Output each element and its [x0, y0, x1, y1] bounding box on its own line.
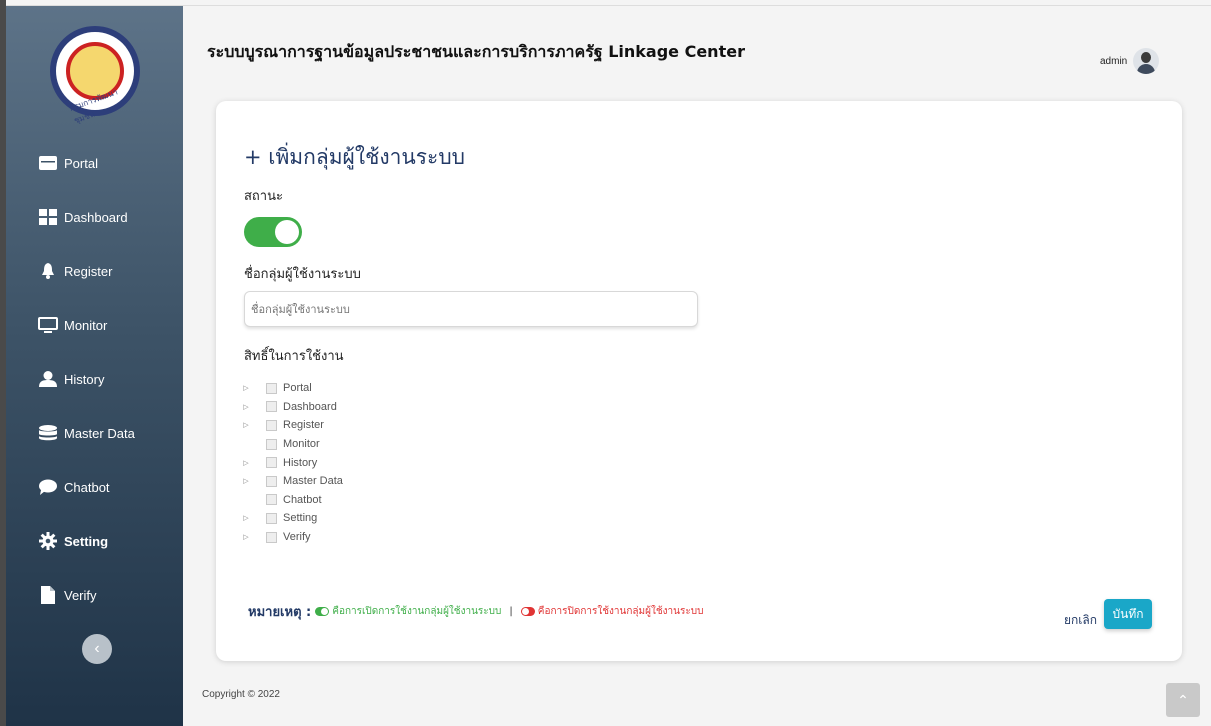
note-separator: |	[509, 606, 513, 617]
permission-checkbox[interactable]	[266, 419, 277, 431]
sidebar-item-portal[interactable]: Portal	[6, 136, 183, 190]
permission-checkbox[interactable]	[266, 512, 277, 524]
user-name: admin	[1100, 55, 1128, 67]
expand-caret-icon[interactable]: ▷	[240, 403, 252, 411]
sidebar-item-label: Setting	[64, 533, 109, 549]
add-user-group-card: + เพิ่มกลุ่มผู้ใช้งานระบบ สถานะ ชื่อกลุ่…	[216, 101, 1182, 661]
page-header-title: ระบบบูรณาการฐานข้อมูลประชาชนและการบริการ…	[207, 42, 745, 61]
sidebar-item-label: Chatbot	[64, 479, 110, 495]
permission-checkbox[interactable]	[266, 475, 277, 487]
status-toggle[interactable]	[244, 217, 302, 247]
sidebar-item-chatbot[interactable]: Chatbot	[6, 460, 183, 514]
tree-item-dashboard: ▷ Dashboard	[240, 398, 343, 417]
permission-checkbox[interactable]	[266, 438, 277, 450]
tree-item-label: Verify	[283, 531, 311, 544]
expand-caret-icon[interactable]: ▷	[240, 514, 252, 522]
sidebar: กรมการพัฒนาชุมชน Portal Dashboard Regist…	[6, 6, 183, 726]
permission-checkbox[interactable]	[266, 494, 277, 506]
chevron-left-icon: ‹	[94, 640, 100, 657]
permission-checkbox[interactable]	[266, 457, 277, 469]
department-logo: กรมการพัฒนาชุมชน	[50, 26, 140, 125]
permissions-tree: ▷ Portal ▷ Dashboard ▷ Register Monitor …	[240, 379, 343, 546]
page-title: + เพิ่มกลุ่มผู้ใช้งานระบบ	[244, 145, 465, 169]
expand-caret-icon[interactable]: ▷	[240, 459, 252, 467]
permission-checkbox[interactable]	[266, 531, 277, 543]
sidebar-item-label: Dashboard	[64, 209, 128, 225]
tree-item-label: Monitor	[283, 438, 320, 451]
tree-item-verify: ▷ Verify	[240, 528, 343, 547]
tree-item-register: ▷ Register	[240, 416, 343, 435]
toggle-off-icon	[520, 607, 535, 616]
copyright: Copyright © 2022	[202, 689, 280, 700]
dashboard-icon	[38, 209, 58, 225]
tree-item-label: Setting	[283, 512, 318, 525]
file-icon	[38, 586, 58, 604]
note-on-text: คือการเปิดการใช้งานกลุ่มผู้ใช้งานระบบ	[332, 606, 502, 617]
group-name-input[interactable]	[244, 291, 698, 327]
sidebar-item-history[interactable]: History	[6, 352, 183, 406]
gear-icon	[38, 532, 58, 550]
sidebar-item-monitor[interactable]: Monitor	[6, 298, 183, 352]
sidebar-item-master-data[interactable]: Master Data	[6, 406, 183, 460]
toggle-on-icon	[315, 607, 330, 616]
user-icon	[38, 371, 58, 387]
note-label: หมายเหตุ :	[248, 605, 312, 620]
sidebar-item-label: Monitor	[64, 317, 108, 333]
tree-item-label: Chatbot	[283, 493, 322, 506]
expand-caret-icon[interactable]: ▷	[240, 421, 252, 429]
group-name-label: ชื่อกลุ่มผู้ใช้งานระบบ	[244, 267, 361, 282]
permission-checkbox[interactable]	[266, 382, 277, 394]
monitor-icon	[38, 317, 58, 333]
chat-icon	[38, 479, 58, 495]
tree-item-label: Master Data	[283, 475, 343, 488]
tree-item-label: Portal	[283, 382, 312, 395]
save-button[interactable]: บันทึก	[1104, 599, 1152, 629]
status-label: สถานะ	[244, 189, 283, 204]
database-icon	[38, 425, 58, 441]
tree-item-label: Register	[283, 419, 324, 432]
sidebar-item-label: Verify	[64, 587, 97, 603]
sidebar-item-register[interactable]: Register	[6, 244, 183, 298]
sidebar-item-label: Master Data	[64, 425, 135, 441]
sidebar-item-label: History	[64, 371, 105, 387]
sidebar-item-verify[interactable]: Verify	[6, 568, 183, 622]
toggle-knob	[275, 220, 299, 244]
permission-checkbox[interactable]	[266, 401, 277, 413]
tree-item-chatbot: Chatbot	[240, 491, 343, 510]
note-off-text: คือการปิดการใช้งานกลุ่มผู้ใช้งานระบบ	[537, 606, 704, 617]
tree-item-portal: ▷ Portal	[240, 379, 343, 398]
bell-icon	[38, 263, 58, 279]
cancel-button[interactable]: ยกเลิก	[1064, 611, 1097, 630]
sidebar-nav: Portal Dashboard Register Monitor Histor…	[6, 136, 183, 622]
permissions-label: สิทธิ์ในการใช้งาน	[244, 349, 344, 364]
sidebar-item-label: Portal	[64, 155, 98, 171]
tree-item-label: History	[283, 456, 318, 469]
expand-caret-icon[interactable]: ▷	[240, 477, 252, 485]
status-note: หมายเหตุ : คือการเปิดการใช้งานกลุ่มผู้ใช…	[248, 601, 703, 622]
tree-item-monitor: Monitor	[240, 435, 343, 454]
tree-item-master-data: ▷ Master Data	[240, 472, 343, 491]
portal-icon	[38, 155, 58, 171]
tree-item-label: Dashboard	[283, 400, 337, 413]
chevron-up-icon: ⌃	[1177, 691, 1189, 708]
user-menu[interactable]: admin	[1100, 48, 1160, 74]
expand-caret-icon[interactable]: ▷	[240, 384, 252, 392]
sidebar-item-label: Register	[64, 263, 113, 279]
expand-caret-icon[interactable]: ▷	[240, 533, 252, 541]
sidebar-item-dashboard[interactable]: Dashboard	[6, 190, 183, 244]
sidebar-collapse-button[interactable]: ‹	[82, 634, 112, 664]
scroll-to-top-button[interactable]: ⌃	[1166, 683, 1200, 717]
tree-item-setting: ▷ Setting	[240, 509, 343, 528]
avatar[interactable]	[1133, 48, 1160, 74]
sidebar-item-setting[interactable]: Setting	[6, 514, 183, 568]
tree-item-history: ▷ History	[240, 453, 343, 472]
